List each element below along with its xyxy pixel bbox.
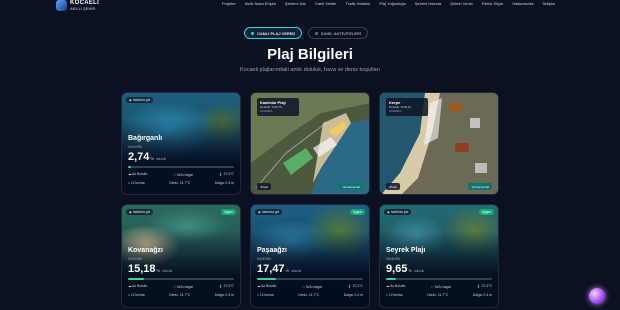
map-info-box: Kadırdar Plajı Doluluk: %13,79 KANDIRA: [257, 98, 299, 116]
map-link-pill[interactable]: ◉ harita'da gör: [126, 209, 154, 215]
tab-live-beach-data[interactable]: CANLI PLAJ VERİSİ: [244, 27, 302, 39]
beach-card[interactable]: ◉ harita'da gör Bağırganlı KANDIRA 2,74% d…: [121, 92, 241, 195]
weather-row: ☁ Az Bulutlu 〰 N/A rüzgar 🌡 27,4°C: [128, 284, 234, 289]
assistant-orb-icon[interactable]: [589, 288, 605, 304]
beach-card[interactable]: ◉ harita'da gör Uygun Kovanağzı KANDIRA 1…: [121, 204, 241, 308]
nav-items: Projeler Akıllı Nasıl Erişim Şehrimi İzle C…: [222, 1, 564, 6]
nav-item[interactable]: Fikrini Söyle: [482, 1, 504, 6]
nav-item[interactable]: Trafik Haritası: [346, 1, 371, 6]
occupancy-fill: [128, 166, 131, 168]
beach-location: KANDIRA: [128, 145, 143, 149]
beach-location: KANDIRA: [386, 257, 401, 261]
status-badge: Uygun: [349, 209, 365, 215]
page-subtitle: Kocaeli plajlarındaki anlık doluluk, hav…: [239, 67, 381, 73]
status-badge: Uygun: [220, 209, 236, 215]
beach-name: Bağırganlı: [128, 135, 163, 142]
beach-location: KANDIRA: [257, 257, 272, 261]
map-location: KANDIRA: [389, 109, 402, 113]
wave-icon: [314, 31, 318, 35]
beach-card[interactable]: ◉ harita'da gör Uygun Paşaağzı KANDIRA 17…: [250, 204, 370, 308]
nav-item[interactable]: İletişim: [542, 1, 554, 6]
go-to-location-button[interactable]: ⌖ Konuma Git: [339, 183, 363, 190]
logo[interactable]: KOCAELİ AKILLI ŞEHİR: [56, 0, 99, 11]
weather-row: ☁ Az Bulutlu 〰 N/A rüzgar 🌡 27,4°C: [128, 172, 234, 177]
occupancy-fill: [386, 278, 397, 280]
map-link-pill[interactable]: ◉ harita'da gör: [255, 209, 283, 215]
live-dot-icon: [251, 31, 254, 35]
nav-item[interactable]: Şehrini Hazırla: [415, 1, 441, 6]
map-location: KANDIRA: [260, 109, 273, 113]
tab-label: SAHİL AKTİVİTELERİ: [320, 30, 362, 36]
sea-row: ≈ 12 km/sa Deniz: 21,7°C Dalga: 0,4 m: [128, 181, 234, 185]
occupancy-value: 9,65% doluluk: [386, 263, 425, 275]
occupancy-bar: [128, 278, 234, 280]
tab-beach-activities[interactable]: SAHİL AKTİVİTELERİ: [307, 27, 369, 39]
weather-row: ☁ Az Bulutlu 〰 N/A rüzgar 🌡 27,4°C: [386, 284, 492, 289]
back-button[interactable]: ↺ Geri: [257, 183, 272, 190]
beach-name: Kovanağzı: [128, 247, 164, 254]
sea-row: ≈ 12 km/sa Deniz: 21,7°C Dalga: 0,4 m: [257, 293, 363, 297]
nav-item[interactable]: Projeler: [222, 1, 236, 6]
status-badge: Uygun: [478, 209, 494, 215]
logo-mark-icon: [56, 0, 67, 11]
logo-line2: AKILLI ŞEHİR: [70, 5, 96, 11]
occupancy-value: 2,74% doluluk: [128, 151, 167, 163]
occupancy-bar: [257, 278, 363, 280]
map-info-box: Kerpe Doluluk: %18,43 KANDIRA: [386, 98, 428, 116]
page-title: Plaj Bilgileri: [267, 46, 353, 63]
occupancy-fill: [128, 278, 145, 280]
occupancy-fill: [257, 278, 276, 280]
beach-map-card[interactable]: Kadırdar Plajı Doluluk: %13,79 KANDIRA ↺…: [250, 92, 370, 195]
sea-row: ≈ 12 km/sa Deniz: 21,7°C Dalga: 0,4 m: [128, 293, 234, 297]
occupancy-bar: [128, 166, 234, 168]
sea-row: ≈ 12 km/sa Deniz: 21,7°C Dalga: 0,4 m: [386, 293, 492, 297]
nav-item[interactable]: Hakkımızda: [512, 1, 533, 6]
tab-label: CANLI PLAJ VERİSİ: [257, 30, 295, 36]
map-link-pill[interactable]: ◉ harita'da gör: [126, 97, 154, 103]
beach-card[interactable]: ◉ harita'da gör Uygun Seyrek Plajı KANDIR…: [379, 204, 499, 308]
weather-row: ☁ Az Bulutlu 〰 N/A rüzgar 🌡 27,4°C: [257, 284, 363, 289]
map-link-pill[interactable]: ◉ harita'da gör: [384, 209, 412, 215]
beach-name: Paşaağzı: [257, 247, 287, 254]
nav-item[interactable]: Akıllı Nasıl Erişim: [245, 1, 276, 6]
nav-item[interactable]: Şehrimi İzle: [285, 1, 306, 6]
go-to-location-button[interactable]: ⌖ Konuma Git: [468, 183, 492, 190]
beach-location: KANDIRA: [128, 257, 143, 261]
beach-map-card[interactable]: Kerpe Doluluk: %18,43 KANDIRA ↺ Geri ⌖ K…: [379, 92, 499, 195]
occupancy-bar: [386, 278, 492, 280]
tab-bar: CANLI PLAJ VERİSİ SAHİL AKTİVİTELERİ: [244, 27, 369, 39]
occupancy-value: 15,18% doluluk: [128, 263, 173, 275]
occupancy-value: 17,47% doluluk: [257, 263, 302, 275]
nav-item[interactable]: Şehrin Verisi: [450, 1, 472, 6]
nav-item[interactable]: Canlı Veriler: [315, 1, 337, 6]
beach-name: Seyrek Plajı: [386, 247, 426, 254]
nav-item[interactable]: Plaj Yoğunluğu: [379, 1, 405, 6]
top-nav: KOCAELİ AKILLI ŞEHİR Projeler Akıllı Nası…: [0, 0, 620, 11]
back-button[interactable]: ↺ Geri: [386, 183, 401, 190]
